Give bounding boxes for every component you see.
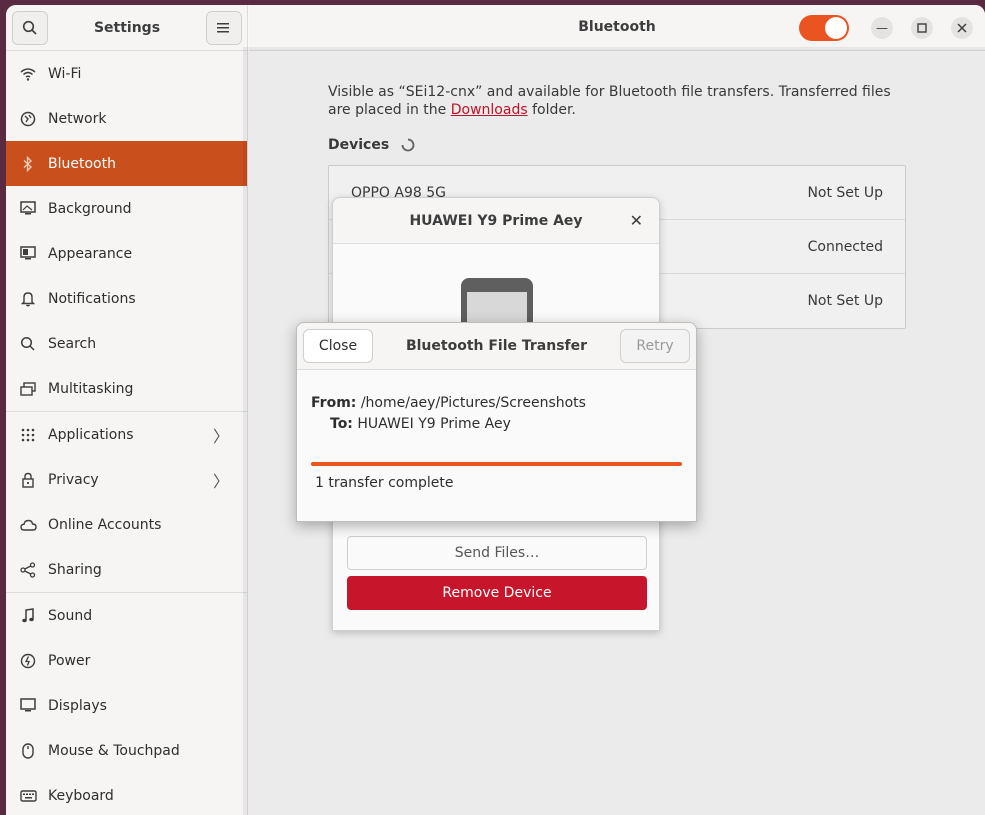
to-value: HUAWEI Y9 Prime Aey	[357, 416, 511, 432]
file-transfer-header: Close Bluetooth File Transfer Retry	[297, 323, 696, 370]
mouse-icon	[19, 742, 37, 760]
remove-device-button[interactable]: Remove Device	[347, 576, 647, 610]
sidebar-item-multitasking[interactable]: Multitasking	[6, 366, 247, 411]
sidebar-item-label: Sound	[48, 607, 93, 624]
transfer-status: 1 transfer complete	[315, 475, 454, 491]
power-icon	[19, 652, 37, 670]
sidebar-item-label: Keyboard	[48, 787, 114, 804]
retry-button[interactable]: Retry	[620, 329, 690, 363]
sidebar-item-privacy[interactable]: Privacy 〉	[6, 457, 247, 502]
file-transfer-body: From: /home/aey/Pictures/Screenshots To:…	[311, 393, 682, 491]
sidebar-item-label: Online Accounts	[48, 516, 162, 533]
minimize-button[interactable]: —	[871, 17, 893, 39]
maximize-button[interactable]	[911, 17, 933, 39]
to-line: To: HUAWEI Y9 Prime Aey	[311, 414, 682, 435]
transfer-progress-bar	[311, 462, 682, 466]
sidebar-item-label: Multitasking	[48, 380, 134, 397]
sidebar-item-appearance[interactable]: Appearance	[6, 231, 247, 276]
send-files-button[interactable]: Send Files…	[347, 536, 647, 570]
sidebar-item-label: Notifications	[48, 290, 136, 307]
minimize-icon: —	[876, 21, 888, 35]
to-label: To:	[330, 416, 353, 432]
from-label: From:	[311, 395, 357, 411]
sidebar-title: Settings	[93, 19, 161, 36]
sidebar-item-label: Appearance	[48, 245, 133, 262]
maximize-icon	[917, 23, 927, 33]
sidebar-item-label: Sharing	[48, 561, 102, 578]
wifi-icon	[19, 65, 37, 83]
sidebar-item-applications[interactable]: Applications 〉	[6, 412, 247, 457]
sidebar-item-power[interactable]: Power	[6, 638, 247, 683]
device-dialog-title: HUAWEI Y9 Prime Aey	[409, 212, 583, 229]
phone-icon	[461, 278, 533, 326]
sidebar-item-label: Search	[48, 335, 97, 352]
sidebar: Settings Wi-Fi Network Bluetooth Backgro…	[6, 5, 248, 815]
search-icon	[19, 335, 37, 353]
sidebar-nav: Wi-Fi Network Bluetooth Background Appea…	[6, 51, 247, 411]
close-button[interactable]: Close	[303, 329, 373, 363]
display-icon	[19, 697, 37, 715]
cloud-icon	[19, 516, 37, 534]
chevron-right-icon: 〉	[212, 471, 229, 491]
search-button[interactable]	[12, 10, 48, 45]
grid-icon	[19, 426, 37, 444]
sidebar-item-label: Wi-Fi	[48, 65, 82, 82]
bluetooth-toggle[interactable]	[799, 15, 849, 41]
sidebar-nav-2: Applications 〉 Privacy 〉 Online Accounts…	[6, 412, 247, 592]
share-icon	[19, 561, 37, 579]
phone-screen	[467, 292, 527, 326]
sidebar-item-displays[interactable]: Displays	[6, 683, 247, 728]
sidebar-item-notifications[interactable]: Notifications	[6, 276, 247, 321]
sidebar-item-network[interactable]: Network	[6, 96, 247, 141]
file-transfer-dialog: Close Bluetooth File Transfer Retry From…	[296, 322, 697, 522]
sidebar-item-online-accounts[interactable]: Online Accounts	[6, 502, 247, 547]
keyboard-icon	[19, 787, 37, 805]
sidebar-header: Settings	[6, 5, 247, 51]
sidebar-item-search[interactable]: Search	[6, 321, 247, 366]
sidebar-item-label: Displays	[48, 697, 107, 714]
chevron-right-icon: 〉	[212, 426, 229, 446]
sidebar-item-wifi[interactable]: Wi-Fi	[6, 51, 247, 96]
progress-fill	[311, 462, 682, 466]
main-header: Bluetooth —	[249, 5, 985, 51]
sidebar-item-label: Privacy	[48, 471, 99, 488]
bell-icon	[19, 290, 37, 308]
sidebar-item-label: Power	[48, 652, 91, 669]
sidebar-item-label: Network	[48, 110, 107, 127]
search-icon	[22, 20, 37, 35]
sidebar-item-keyboard[interactable]: Keyboard	[6, 773, 247, 815]
appearance-icon	[19, 245, 37, 263]
sidebar-item-label: Bluetooth	[48, 155, 116, 172]
music-note-icon	[19, 607, 37, 625]
background-icon	[19, 200, 37, 218]
close-window-button[interactable]	[951, 17, 973, 39]
sidebar-item-background[interactable]: Background	[6, 186, 247, 231]
lock-icon	[19, 471, 37, 489]
multitasking-icon	[19, 380, 37, 398]
sidebar-item-mouse-touchpad[interactable]: Mouse & Touchpad	[6, 728, 247, 773]
toggle-knob	[825, 17, 847, 39]
sidebar-item-sharing[interactable]: Sharing	[6, 547, 247, 592]
device-dialog-header: HUAWEI Y9 Prime Aey ✕	[333, 198, 659, 244]
bluetooth-icon	[19, 155, 37, 173]
sidebar-nav-3: Sound Power Displays Mouse & Touchpad Ke…	[6, 593, 247, 815]
sidebar-item-bluetooth[interactable]: Bluetooth	[6, 141, 247, 186]
from-value: /home/aey/Pictures/Screenshots	[360, 395, 586, 411]
close-icon	[957, 23, 967, 33]
sidebar-item-label: Background	[48, 200, 132, 217]
close-icon[interactable]: ✕	[630, 211, 643, 230]
sidebar-item-label: Mouse & Touchpad	[48, 742, 180, 759]
menu-button[interactable]	[206, 10, 242, 45]
sidebar-item-sound[interactable]: Sound	[6, 593, 247, 638]
sidebar-item-label: Applications	[48, 426, 134, 443]
hamburger-icon	[217, 22, 229, 32]
network-icon	[19, 110, 37, 128]
from-line: From: /home/aey/Pictures/Screenshots	[311, 393, 682, 414]
